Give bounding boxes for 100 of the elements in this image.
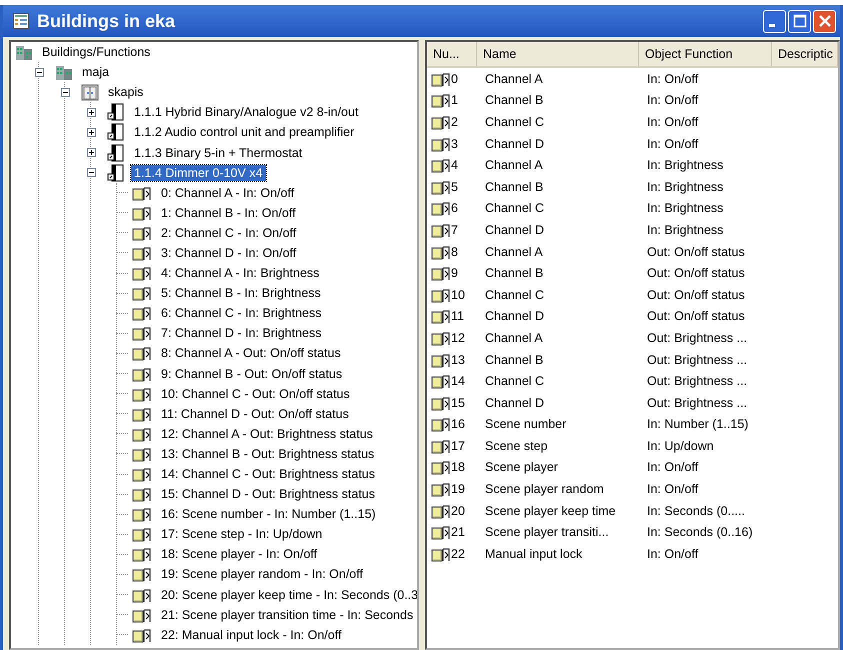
table-cell: 20	[451, 504, 465, 518]
expand-toggle[interactable]	[87, 148, 96, 158]
column-header[interactable]: Object Function	[639, 42, 772, 66]
tree-item[interactable]: 5: Channel B - In: Brightness	[158, 285, 324, 302]
table-cell: In: Brightness	[647, 158, 724, 172]
object-icon	[132, 366, 152, 382]
collapse-toggle[interactable]	[35, 68, 44, 77]
table-cell: 0	[451, 72, 458, 86]
buildings-icon	[15, 43, 33, 62]
tree-item[interactable]: 19: Scene player random - In: On/off	[158, 566, 366, 582]
table-cell: 14	[451, 374, 465, 388]
device-icon	[107, 103, 125, 122]
table-cell: Scene number	[485, 417, 566, 432]
object-icon	[132, 406, 152, 422]
table-cell: Scene step	[485, 438, 548, 453]
table-cell: Channel B	[485, 93, 544, 108]
tree-item[interactable]: 8: Channel A - Out: On/off status	[158, 345, 344, 362]
table-cell: 21	[451, 525, 465, 540]
object-icon	[132, 224, 152, 241]
object-icon	[431, 502, 451, 519]
object-icon	[431, 265, 451, 282]
expand-toggle[interactable]	[87, 108, 96, 117]
expand-toggle[interactable]	[87, 128, 96, 137]
maximize-button[interactable]	[788, 10, 811, 32]
object-icon	[431, 438, 451, 454]
object-icon	[132, 486, 152, 502]
table-cell: 18	[451, 460, 465, 474]
tree-item[interactable]: 0: Channel A - In: On/off	[158, 184, 298, 201]
table-cell: Scene player	[485, 460, 558, 474]
table-cell: In: Up/down	[647, 438, 714, 453]
table-cell: Out: Brightness ...	[647, 396, 748, 410]
door-icon	[81, 83, 99, 102]
tree-item[interactable]: 4: Channel A - In: Brightness	[158, 265, 322, 282]
tree-item[interactable]: 18: Scene player - In: On/off	[158, 546, 320, 562]
tree-item[interactable]: 11: Channel D - Out: On/off status	[158, 406, 352, 422]
tree-item[interactable]: 7: Channel D - In: Brightness	[158, 325, 324, 342]
column-header[interactable]: Descriptic	[772, 42, 838, 66]
column-header[interactable]: Nu...	[427, 42, 477, 66]
object-icon	[132, 285, 152, 302]
table-cell: Out: On/off status	[647, 288, 745, 302]
table-cell: Scene player keep time	[485, 504, 616, 518]
tree-item[interactable]: 1: Channel B - In: On/off	[158, 204, 299, 221]
object-icon	[132, 566, 152, 582]
table-cell: 7	[451, 222, 458, 237]
tree-item[interactable]: 12: Channel A - Out: Brightness status	[158, 426, 376, 442]
minimize-button[interactable]	[763, 10, 786, 32]
object-icon	[132, 586, 152, 603]
table-cell: Channel B	[485, 266, 544, 280]
object-icon	[431, 459, 451, 476]
tree-item[interactable]: 1.1.3 Binary 5-in + Thermostat	[131, 144, 306, 161]
column-header[interactable]: Name	[477, 42, 639, 66]
object-icon	[431, 524, 451, 540]
tree-item[interactable]: 9: Channel B - Out: On/off status	[158, 366, 346, 382]
tree-item[interactable]: 10: Channel C - Out: On/off status	[158, 386, 353, 402]
object-icon	[132, 386, 152, 402]
table-cell: Manual input lock	[485, 546, 582, 561]
tree-item[interactable]: 13: Channel B - Out: Brightness status	[158, 446, 378, 462]
table-cell: Channel B	[485, 180, 544, 194]
tree-item[interactable]: 2: Channel C - In: On/off	[158, 224, 300, 241]
object-icon	[431, 200, 451, 216]
table-cell: 2	[451, 114, 458, 129]
collapse-toggle[interactable]	[87, 168, 96, 178]
object-icon	[132, 265, 152, 282]
table-cell: 4	[451, 158, 458, 172]
object-icon	[431, 178, 451, 195]
close-icon	[818, 14, 832, 28]
object-icon	[132, 446, 152, 462]
object-icon	[431, 308, 451, 324]
tree-item[interactable]: 1.1.2 Audio control unit and preamplifier	[131, 124, 358, 140]
tree-item[interactable]: 17: Scene step - In: Up/down	[158, 526, 326, 542]
tree-item[interactable]: skapis	[105, 84, 146, 100]
object-icon	[132, 184, 152, 201]
object-icon	[431, 546, 451, 562]
tree-item[interactable]: 6: Channel C - In: Brightness	[158, 305, 324, 322]
table-cell: 15	[451, 396, 465, 410]
tree-item[interactable]: 22: Manual input lock - In: On/off	[158, 626, 344, 643]
tree-item[interactable]: 1.1.1 Hybrid Binary/Analogue v2 8-in/out	[131, 104, 362, 120]
object-icon	[132, 204, 152, 221]
collapse-toggle[interactable]	[61, 88, 70, 97]
tree-item[interactable]: 14: Channel C - Out: Brightness status	[158, 466, 378, 482]
table-cell: Channel C	[485, 201, 544, 216]
table-cell: Out: Brightness ...	[647, 352, 748, 367]
table-cell: Channel D	[485, 136, 544, 151]
tree-item[interactable]: 21: Scene player transition time - In: Seconds	[158, 606, 416, 623]
tree-item[interactable]: 15: Channel D - Out: Brightness status	[158, 486, 378, 502]
tree-item[interactable]: maja	[79, 64, 112, 80]
close-button[interactable]	[813, 10, 836, 32]
tree-item[interactable]: Buildings/Functions	[39, 44, 154, 60]
tree-item[interactable]: 1.1.4 Dimmer 0-10V x4	[131, 164, 266, 181]
table-cell: 22	[451, 546, 465, 561]
object-icon	[132, 546, 152, 562]
object-icon	[431, 157, 451, 174]
object-icon	[132, 626, 152, 643]
table-cell: Channel C	[485, 288, 544, 302]
table-cell: Channel A	[485, 158, 543, 172]
table-cell: In: On/off	[647, 136, 698, 151]
tree-item[interactable]: 16: Scene number - In: Number (1..15)	[158, 506, 379, 522]
table-cell: 16	[451, 417, 465, 432]
minimize-icon	[769, 24, 775, 27]
tree-item[interactable]: 3: Channel D - In: On/off	[158, 244, 300, 261]
